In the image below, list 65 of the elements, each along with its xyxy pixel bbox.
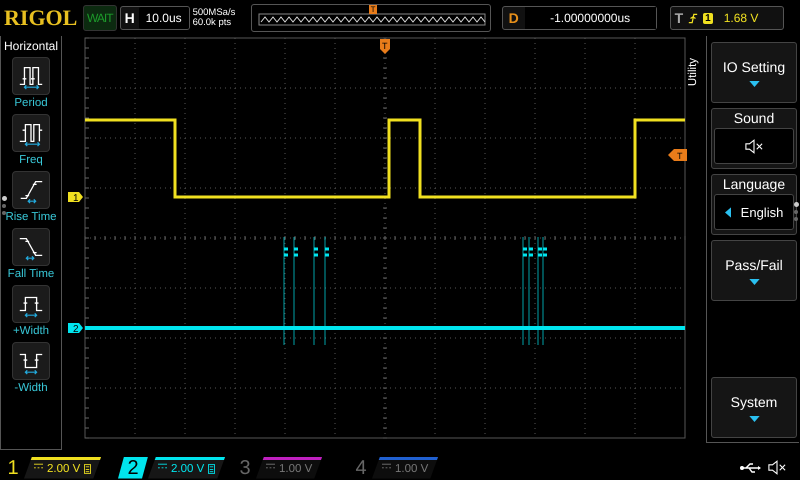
brand-logo: RIGOL: [4, 5, 78, 31]
channel-marker: 1: [68, 192, 83, 204]
rising-edge-icon: [688, 12, 698, 24]
trigger-source: 1: [703, 12, 713, 24]
channel-scale: 1.00 V: [395, 463, 428, 475]
channel-marker: 2: [68, 323, 83, 335]
option-selector[interactable]: English: [714, 194, 794, 230]
measure-icon: [12, 342, 50, 380]
measure-button[interactable]: Freq: [12, 114, 50, 166]
submenu-button[interactable]: Pass/Fail: [711, 240, 797, 301]
channel-tab[interactable]: 3: [234, 456, 256, 478]
channel-scale-box[interactable]: 2.00 V: [24, 456, 102, 478]
option-title: Language: [722, 176, 786, 193]
measure-icon: [12, 171, 50, 209]
measure-icon: [12, 57, 50, 95]
delay-label: D: [508, 10, 520, 26]
dc-coupling-icon: [34, 463, 43, 469]
menu-title: Horizontal: [4, 39, 58, 53]
measure-button[interactable]: Rise Time: [5, 171, 57, 223]
option-toggle[interactable]: [714, 128, 794, 164]
channel-scale-box[interactable]: 2.00 V: [148, 456, 226, 478]
dc-coupling-icon: [266, 463, 275, 469]
memory-depth: 60.0k pts: [192, 18, 232, 28]
speaker-muted-icon: [768, 460, 786, 475]
submenu-button[interactable]: System: [711, 377, 797, 438]
trigger-panel[interactable]: T 1 1.68 V: [670, 6, 784, 30]
run-status: WAIT: [83, 5, 117, 31]
trigger-label: T: [674, 10, 684, 26]
timebase-label: H: [124, 10, 136, 26]
usb-icon: [740, 462, 762, 474]
bandwidth-icon: [84, 464, 92, 474]
timebase-panel[interactable]: H 10.0us: [120, 6, 190, 30]
measure-button[interactable]: +Width: [12, 285, 50, 337]
trigger-marker: T: [368, 5, 378, 14]
caret-icon: [748, 278, 760, 284]
channel-scale-box[interactable]: 1.00 V: [372, 456, 438, 478]
option-title: Sound: [734, 110, 774, 127]
caret-icon: [748, 80, 760, 86]
caret-icon: [748, 416, 760, 422]
delay-value: -1.00000000us: [524, 7, 656, 29]
trigger-level-marker: T: [668, 149, 687, 161]
channel-scale: 2.00 V: [171, 463, 204, 475]
timebase-value: 10.0us: [138, 7, 189, 29]
channel-scale: 2.00 V: [47, 463, 80, 475]
dc-coupling-icon: [158, 463, 167, 469]
channel-scale: 1.00 V: [279, 463, 312, 475]
bandwidth-icon: [208, 464, 216, 474]
channel-tab[interactable]: 4: [350, 456, 372, 478]
delay-panel[interactable]: D -1.00000000us: [502, 6, 657, 30]
measure-button[interactable]: -Width: [12, 342, 50, 394]
measure-icon: [12, 285, 50, 323]
channel-tab[interactable]: 2: [118, 456, 148, 478]
trigger-position-marker: T: [380, 39, 390, 54]
channel-tab[interactable]: 1: [2, 456, 24, 478]
measure-icon: [12, 114, 50, 152]
channel-scale-box[interactable]: 1.00 V: [256, 456, 322, 478]
measure-icon: [12, 228, 50, 266]
dc-coupling-icon: [382, 463, 391, 469]
measure-button[interactable]: Period: [12, 57, 50, 109]
measure-button[interactable]: Fall Time: [8, 228, 54, 280]
submenu-button[interactable]: IO Setting: [711, 42, 797, 103]
caret-icon: [724, 206, 731, 218]
menu-title: Utility: [687, 58, 700, 86]
sample-rate: 500MSa/s: [192, 8, 236, 18]
trigger-level: 1.68 V: [724, 11, 758, 25]
